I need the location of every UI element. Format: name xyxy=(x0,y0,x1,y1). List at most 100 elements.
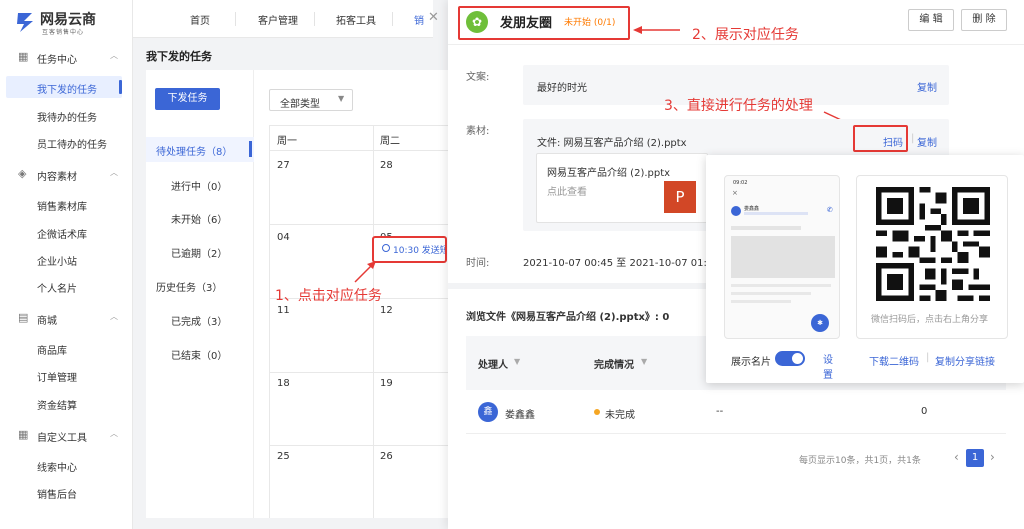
calendar-day[interactable]: 18 xyxy=(277,378,290,389)
filter-label: 待处理任务（8） xyxy=(156,147,233,158)
copy-label: 文案: xyxy=(466,72,490,83)
browse-title: 浏览文件《网易互客产品介绍 (2).pptx》: 0 xyxy=(466,312,670,323)
calendar-day[interactable]: 04 xyxy=(277,232,290,243)
sidebar-group-mall[interactable]: ▤ 商城 ︿ xyxy=(0,307,133,329)
sidebar-item-settlement[interactable]: 资金结算 xyxy=(0,392,133,414)
task-title: 发朋友圈 xyxy=(500,16,553,31)
chevron-up-icon: ︿ xyxy=(110,51,118,60)
tab-prospecting[interactable]: 拓客工具 xyxy=(336,12,376,27)
calendar-day[interactable]: 28 xyxy=(380,160,393,171)
copy-text-link[interactable]: 复制 xyxy=(917,79,937,94)
share-icon: ✱ xyxy=(811,314,829,332)
sidebar-item-my-todo[interactable]: 我待办的任务 xyxy=(0,104,133,126)
status-dot xyxy=(594,409,600,415)
calendar-day[interactable]: 12 xyxy=(380,305,393,316)
calendar-day[interactable]: 11 xyxy=(277,305,290,316)
logo-title: 网易云商 xyxy=(40,12,96,28)
logo: 网易云商 互客销售中心 xyxy=(14,8,124,38)
sidebar-item-products[interactable]: 商品库 xyxy=(0,337,133,359)
avatar: 鑫 xyxy=(478,402,498,422)
download-qr-link[interactable]: 下载二维码 xyxy=(869,353,919,368)
col-handler: 处理人 xyxy=(478,360,508,371)
sidebar-group-label: 任务中心 xyxy=(37,55,77,66)
settings-link[interactable]: 设置 xyxy=(823,353,835,383)
time-value: 2021-10-07 00:45 至 2021-10-07 01:15 xyxy=(523,258,706,269)
link-divider: | xyxy=(926,352,930,363)
prev-page-icon[interactable]: ‹ xyxy=(954,450,959,464)
weekday-mon: 周一 xyxy=(277,136,297,147)
calendar xyxy=(269,125,448,518)
chevron-up-icon: ︿ xyxy=(110,429,118,438)
file-card-name: 网易互客产品介绍 (2).pptx xyxy=(547,168,671,179)
copy-file-link[interactable]: 复制 xyxy=(917,134,937,149)
filter-pending[interactable]: 待处理任务（8） xyxy=(146,137,254,162)
sidebar-group-custom-tools[interactable]: ▦ 自定义工具 ︿ xyxy=(0,424,133,446)
handler-name: 娄鑫鑫 xyxy=(505,410,535,421)
assign-task-button[interactable]: 下发任务 xyxy=(155,88,220,110)
cell-count: 0 xyxy=(921,406,928,417)
filter-completed[interactable]: 已完成（3） xyxy=(171,313,227,328)
sidebar-item-mini-site[interactable]: 企业小站 xyxy=(0,248,133,270)
calendar-day[interactable]: 26 xyxy=(380,451,393,462)
filter-not-started[interactable]: 未开始（6） xyxy=(171,211,227,226)
sidebar-item-orders[interactable]: 订单管理 xyxy=(0,364,133,386)
show-card-toggle[interactable] xyxy=(775,351,805,366)
sidebar-group-label: 自定义工具 xyxy=(37,433,87,444)
sidebar-group-label: 内容素材 xyxy=(37,172,77,183)
cube-icon: ◈ xyxy=(18,167,27,180)
calendar-event[interactable]: 10:30 发送短信 xyxy=(372,236,447,263)
phone-name: 娄鑫鑫 xyxy=(744,206,760,212)
tab-customers[interactable]: 客户管理 xyxy=(258,12,298,27)
calendar-day[interactable]: 19 xyxy=(380,378,393,389)
col-completion: 完成情况 xyxy=(594,360,634,371)
file-card-hint: 点此查看 xyxy=(547,187,587,198)
sidebar-item-leads[interactable]: 线索中心 xyxy=(0,454,133,476)
file-line: 文件: 网易互客产品介绍 (2).pptx xyxy=(537,138,687,149)
annotation-arrow-2 xyxy=(633,26,680,34)
sidebar-item-my-issued[interactable]: 我下发的任务 xyxy=(6,76,122,98)
filter-ended[interactable]: 已结束（0） xyxy=(171,347,227,362)
logo-subtitle: 互客销售中心 xyxy=(42,29,85,36)
close-icon[interactable]: ✕ xyxy=(428,10,439,25)
filter-overdue[interactable]: 已逾期（2） xyxy=(171,245,227,260)
sidebar-item-staff-todo[interactable]: 员工待办的任务 xyxy=(0,131,133,153)
sidebar-item-label: 企业小站 xyxy=(37,257,77,268)
avatar xyxy=(731,206,741,216)
sidebar-group-content[interactable]: ◈ 内容素材 ︿ xyxy=(0,163,133,185)
sidebar-item-label: 订单管理 xyxy=(37,373,77,384)
next-page-icon[interactable]: › xyxy=(990,450,995,464)
delete-button[interactable]: 删 除 xyxy=(961,9,1007,31)
material-label: 素材: xyxy=(466,126,490,137)
type-select-value: 全部类型 xyxy=(280,99,320,110)
qr-code-card: 微信扫码后，点击右上角分享 xyxy=(856,175,1008,339)
sidebar-item-label: 资金结算 xyxy=(37,401,77,412)
qr-code xyxy=(876,187,990,301)
qr-caption: 微信扫码后，点击右上角分享 xyxy=(871,315,989,325)
phone-image xyxy=(731,236,835,278)
filter-history[interactable]: 历史任务（3） xyxy=(156,279,222,294)
chevron-up-icon: ︿ xyxy=(110,168,118,177)
type-select[interactable]: 全部类型 ▼ xyxy=(269,89,353,111)
copy-share-link[interactable]: 复制分享链接 xyxy=(935,353,995,368)
calendar-day[interactable]: 25 xyxy=(277,451,290,462)
sidebar-item-scripts[interactable]: 企微话术库 xyxy=(0,221,133,243)
filter-in-progress[interactable]: 进行中（0） xyxy=(171,178,227,193)
sidebar-group-task-center[interactable]: ▦ 任务中心 ︿ xyxy=(0,46,133,68)
filter-icon[interactable]: ▼ xyxy=(514,357,520,366)
page-1[interactable]: 1 xyxy=(966,449,984,467)
filter-icon[interactable]: ▼ xyxy=(641,357,647,366)
phone-time: 09:02 xyxy=(733,180,748,186)
sidebar-item-sales-backend[interactable]: 销售后台 xyxy=(0,481,133,503)
show-card-label: 展示名片 xyxy=(731,357,771,368)
sidebar-item-business-card[interactable]: 个人名片 xyxy=(0,275,133,297)
pagination-summary: 每页显示10条，共1页，共1条 xyxy=(799,456,921,466)
sidebar-item-sales-materials[interactable]: 销售素材库 xyxy=(0,193,133,215)
tab-sales[interactable]: 销 xyxy=(414,12,424,27)
clock-icon xyxy=(382,244,390,252)
tab-home[interactable]: 首页 xyxy=(190,12,210,27)
scan-link[interactable]: 扫码 xyxy=(883,134,903,149)
edit-button[interactable]: 编 辑 xyxy=(908,9,954,31)
chevron-down-icon: ▼ xyxy=(338,94,345,103)
completion-status: 未完成 xyxy=(605,410,635,421)
calendar-day[interactable]: 27 xyxy=(277,160,290,171)
